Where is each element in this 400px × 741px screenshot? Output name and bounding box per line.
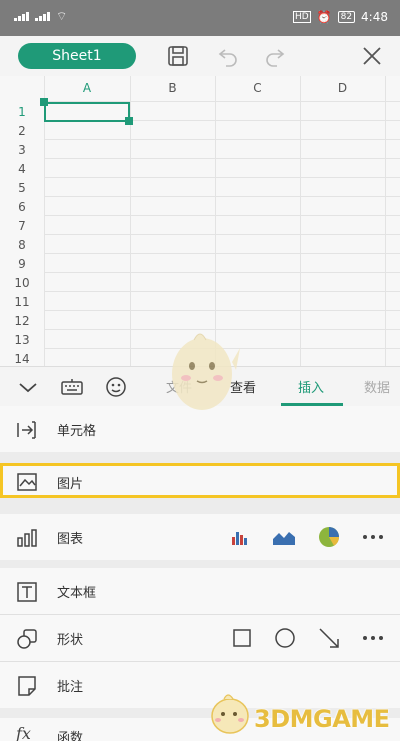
row-number[interactable]: 2 xyxy=(0,124,44,138)
row-number[interactable]: 12 xyxy=(0,314,44,328)
shape-icon xyxy=(17,629,37,649)
redo-icon[interactable] xyxy=(263,44,287,68)
grid-line xyxy=(44,215,400,216)
insert-picture-label: 图片 xyxy=(57,477,84,492)
area-chart-icon[interactable] xyxy=(272,527,296,547)
wifi-icon: ⌔ xyxy=(56,9,68,23)
insert-function-label: 函数 xyxy=(57,731,84,741)
row-number[interactable]: 10 xyxy=(0,276,44,290)
insert-chart-item[interactable]: 图表 xyxy=(0,514,400,560)
insert-textbox-label: 文本框 xyxy=(57,586,97,601)
insert-panel: 单元格 图片 图表 文本框 形状 批注 fx 函数 xyxy=(0,406,400,741)
more-icon[interactable] xyxy=(362,534,384,540)
textbox-icon xyxy=(17,582,37,602)
column-header-c[interactable]: C xyxy=(215,76,300,101)
selection-handle-bottom-right[interactable] xyxy=(125,117,133,125)
insert-shape-label: 形状 xyxy=(57,633,84,648)
grid-line xyxy=(44,196,400,197)
battery-icon: 82 xyxy=(337,11,356,23)
pie-chart-icon[interactable] xyxy=(318,526,340,548)
chart-icon xyxy=(17,529,37,547)
insert-comment-label: 批注 xyxy=(57,680,84,695)
top-toolbar: Sheet1 xyxy=(0,36,400,76)
watermark-mascot-image xyxy=(211,694,249,734)
watermark-text: 3DMGAME xyxy=(254,705,390,733)
insert-textbox-item[interactable]: 文本框 xyxy=(0,568,400,614)
row-number[interactable]: 9 xyxy=(0,257,44,271)
selection-handle-top-left[interactable] xyxy=(40,98,48,106)
collapse-icon[interactable] xyxy=(16,375,40,399)
grid-line xyxy=(44,253,400,254)
rectangle-icon[interactable] xyxy=(232,628,252,648)
picture-icon xyxy=(17,473,37,491)
row-number[interactable]: 4 xyxy=(0,162,44,176)
emoji-icon[interactable] xyxy=(104,375,128,399)
keyboard-icon[interactable] xyxy=(60,375,84,399)
signal-indicators: ⌔ xyxy=(14,9,68,23)
close-icon[interactable] xyxy=(360,44,384,68)
insert-shape-item[interactable]: 形状 xyxy=(0,615,400,661)
row-number[interactable]: 7 xyxy=(0,219,44,233)
bar-chart-icon[interactable] xyxy=(230,527,250,547)
mascot-image xyxy=(172,333,240,410)
comment-icon xyxy=(18,676,36,696)
status-bar: ⌔ HD ⏰ 82 4:48 xyxy=(0,0,400,36)
column-header-d[interactable]: D xyxy=(300,76,385,101)
column-header-b[interactable]: B xyxy=(130,76,215,101)
tab-insert[interactable]: 插入 xyxy=(298,377,324,396)
grid-line xyxy=(44,291,400,292)
selected-cell-a1[interactable] xyxy=(44,102,130,122)
circle-icon[interactable] xyxy=(274,627,296,649)
spreadsheet-grid[interactable]: A B C D 1 2 3 4 5 6 7 8 9 10 11 12 13 14 xyxy=(0,76,400,366)
row-number[interactable]: 11 xyxy=(0,295,44,309)
row-number[interactable]: 13 xyxy=(0,333,44,347)
grid-line xyxy=(44,310,400,311)
row-number[interactable]: 8 xyxy=(0,238,44,252)
row-number[interactable]: 6 xyxy=(0,200,44,214)
clock: 4:48 xyxy=(361,10,388,24)
signal-icon xyxy=(14,12,29,21)
row-number[interactable]: 5 xyxy=(0,181,44,195)
grid-line xyxy=(44,158,400,159)
insert-chart-label: 图表 xyxy=(57,532,84,547)
sheet-tab[interactable]: Sheet1 xyxy=(18,43,136,69)
grid-line xyxy=(44,177,400,178)
row-number[interactable]: 1 xyxy=(0,105,44,119)
function-icon: fx xyxy=(16,724,31,741)
grid-line xyxy=(44,234,400,235)
arrow-icon[interactable] xyxy=(318,627,340,649)
row-number[interactable]: 3 xyxy=(0,143,44,157)
undo-icon[interactable] xyxy=(216,44,240,68)
hd-badge: HD xyxy=(292,11,311,23)
insert-picture-item[interactable]: 图片 xyxy=(0,463,400,498)
column-header-a[interactable]: A xyxy=(44,76,130,101)
alarm-icon: ⏰ xyxy=(316,10,332,24)
insert-cell-icon xyxy=(17,421,36,439)
grid-line xyxy=(44,139,400,140)
save-icon[interactable] xyxy=(166,44,190,68)
tab-data[interactable]: 数据 xyxy=(364,377,390,396)
more-icon[interactable] xyxy=(362,635,384,641)
insert-cell-label: 单元格 xyxy=(57,424,97,439)
insert-comment-item[interactable]: 批注 xyxy=(0,662,400,708)
grid-line xyxy=(44,272,400,273)
signal-icon xyxy=(35,12,50,21)
row-number[interactable]: 14 xyxy=(0,352,44,366)
